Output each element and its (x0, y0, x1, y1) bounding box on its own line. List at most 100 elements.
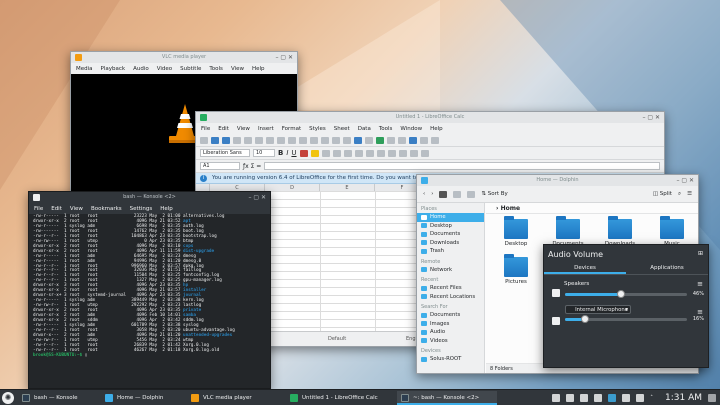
task-dolphin[interactable]: Home — Dolphin (101, 391, 186, 405)
places-item-recent-locations[interactable]: Recent Locations (417, 293, 484, 302)
places-item-images[interactable]: Images (417, 320, 484, 329)
align-right-icon[interactable] (343, 149, 352, 157)
menu-data[interactable]: Data (358, 126, 371, 132)
notifications-icon[interactable] (566, 393, 575, 402)
compact-view-icon[interactable] (453, 190, 462, 198)
redo-icon[interactable] (299, 136, 307, 144)
task-konsole[interactable]: bash — Konsole (18, 391, 100, 405)
breadcrumb-home[interactable]: Home (501, 205, 520, 212)
sort-by-button[interactable]: ⇅ Sort By (481, 191, 507, 197)
speaker-icon[interactable] (552, 289, 560, 297)
konsole-window[interactable]: bash — Konsole <2> – ▢ ✕ File Edit View B… (28, 191, 271, 389)
tab-applications[interactable]: Applications (626, 262, 708, 274)
tray-expand-icon[interactable]: ˄ (650, 395, 653, 401)
places-item-documents[interactable]: Documents (417, 311, 484, 320)
find-icon[interactable] (310, 136, 318, 144)
calc-titlebar[interactable]: Untitled 1 - LibreOffice Calc – ▢ ✕ (196, 112, 664, 123)
menu-file[interactable]: File (34, 206, 43, 212)
back-icon[interactable]: ‹ (423, 191, 425, 197)
device-menu-icon[interactable]: ≡ (697, 280, 703, 288)
spelling-icon[interactable] (321, 136, 329, 144)
window-controls-icon[interactable]: – ▢ ✕ (248, 192, 266, 203)
menu-edit[interactable]: Edit (218, 126, 229, 132)
filter-icon[interactable] (365, 136, 373, 144)
places-item-documents[interactable]: Documents (417, 230, 484, 239)
borders-icon[interactable] (420, 149, 429, 157)
shell-prompt[interactable]: brook@SS-KUBUNTU:~$ ▯ (33, 353, 266, 359)
window-controls-icon[interactable]: – ▢ ✕ (676, 175, 694, 186)
menu-view[interactable]: View (231, 66, 244, 72)
folder-downloads[interactable]: Downloads (600, 216, 640, 247)
forward-icon[interactable]: › (431, 191, 433, 197)
vault-icon[interactable] (580, 393, 589, 402)
split-button[interactable]: ◫ Split (653, 191, 672, 197)
bold-icon[interactable]: B (278, 149, 283, 157)
chart-icon[interactable] (376, 136, 384, 144)
breadcrumb[interactable]: › Home (486, 203, 698, 214)
open-icon[interactable] (211, 136, 219, 144)
folder-music[interactable]: Music (652, 216, 692, 247)
microphone-volume-slider[interactable] (565, 315, 687, 323)
speakers-volume-slider[interactable] (565, 290, 687, 298)
details-view-icon[interactable] (467, 190, 476, 198)
task-calc[interactable]: Untitled 1 - LibreOffice Calc (286, 391, 396, 405)
pivot-icon[interactable] (387, 136, 395, 144)
formula-input[interactable] (264, 162, 660, 170)
rows-icon[interactable] (332, 136, 340, 144)
audio-volume-popup[interactable]: Audio Volume ⊞ Devices Applications Spea… (543, 244, 709, 368)
menu-bookmarks[interactable]: Bookmarks (91, 206, 122, 212)
updates-icon[interactable] (594, 393, 603, 402)
bluetooth-icon[interactable] (622, 393, 631, 402)
italic-icon[interactable]: I (286, 149, 288, 157)
percent-icon[interactable] (387, 149, 396, 157)
menu-edit[interactable]: Edit (51, 206, 62, 212)
font-size-box[interactable]: 10 (253, 149, 275, 157)
header-footer-icon[interactable] (431, 136, 439, 144)
menu-file[interactable]: File (201, 126, 210, 132)
places-item-downloads[interactable]: Downloads (417, 239, 484, 248)
menu-styles[interactable]: Styles (309, 126, 326, 132)
menu-media[interactable]: Media (76, 66, 93, 72)
icons-view-icon[interactable] (439, 190, 448, 198)
font-color-icon[interactable] (299, 149, 308, 157)
places-item-recent-files[interactable]: Recent Files (417, 284, 484, 293)
function-wizard-icon[interactable]: ƒx Σ = (243, 163, 261, 170)
comment-icon[interactable] (420, 136, 428, 144)
search-icon[interactable]: ⌕ (678, 191, 681, 198)
print-icon[interactable] (244, 136, 252, 144)
columns-icon[interactable] (343, 136, 351, 144)
places-item-trash[interactable]: Trash (417, 247, 484, 256)
clock[interactable]: 1:31 AM (665, 393, 702, 403)
new-doc-icon[interactable] (200, 136, 208, 144)
cut-icon[interactable] (255, 136, 263, 144)
menu-format[interactable]: Format (282, 126, 301, 132)
konsole-titlebar[interactable]: bash — Konsole <2> – ▢ ✕ (29, 192, 270, 203)
copy-icon[interactable] (266, 136, 274, 144)
menu-help[interactable]: Help (252, 66, 265, 72)
places-item-home[interactable]: Home (417, 213, 484, 222)
paste-icon[interactable] (277, 136, 285, 144)
microphone-icon[interactable] (552, 317, 560, 325)
microphone-port-select[interactable]: Internal Microphone ▾ (565, 305, 631, 314)
date-icon[interactable] (409, 149, 418, 157)
menu-help[interactable]: Help (430, 126, 443, 132)
vlc-titlebar[interactable]: VLC media player – ▢ ✕ (71, 52, 297, 63)
menu-video[interactable]: Video (157, 66, 172, 72)
hamburger-menu-icon[interactable]: ☰ (687, 191, 692, 197)
number-icon[interactable] (398, 149, 407, 157)
align-center-icon[interactable] (332, 149, 341, 157)
menu-view[interactable]: View (237, 126, 250, 132)
special-char-icon[interactable] (398, 136, 406, 144)
name-box[interactable]: A1 (200, 162, 240, 170)
folder-desktop[interactable]: Desktop (496, 216, 536, 247)
slider-handle[interactable] (580, 315, 589, 323)
menu-help[interactable]: Help (160, 206, 173, 212)
menu-audio[interactable]: Audio (133, 66, 149, 72)
menu-window[interactable]: Window (400, 126, 422, 132)
currency-icon[interactable] (376, 149, 385, 157)
clipboard-icon[interactable] (552, 393, 561, 402)
window-controls-icon[interactable]: – ▢ ✕ (642, 112, 660, 123)
places-item-desktop[interactable]: Desktop (417, 222, 484, 231)
application-launcher-icon[interactable]: ✺ (2, 391, 14, 404)
menu-insert[interactable]: Insert (258, 126, 274, 132)
